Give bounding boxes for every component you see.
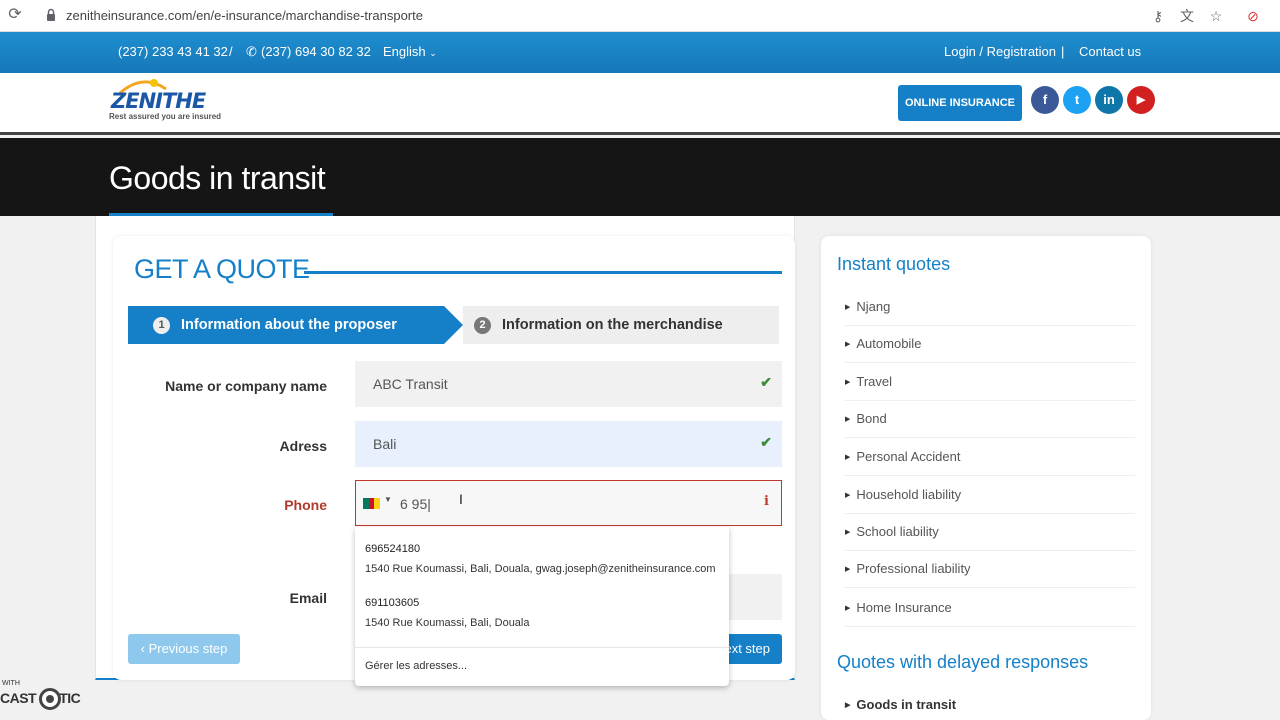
sidebar-item-label: School liability <box>856 524 939 539</box>
phone-number-1: (237) 233 43 41 32 <box>118 44 228 59</box>
phone-icon: ✆ <box>246 44 257 59</box>
sidebar-item-label: Home Insurance <box>856 600 952 615</box>
screencast-watermark: WITH CAST MATIC <box>0 680 110 720</box>
watermark-logo-icon <box>39 688 61 710</box>
sidebar-item-home-insurance[interactable]: ▶ Home Insurance <box>845 600 1135 627</box>
phone-value: 6 95| <box>400 496 431 512</box>
page-banner: Goods in transit <box>0 138 1280 216</box>
linkedin-icon[interactable]: in <box>1095 86 1123 114</box>
logo-tagline: Rest assured you are insured <box>109 112 222 121</box>
caret-right-icon: ▶ <box>845 492 851 499</box>
instant-quotes-title: Instant quotes <box>837 254 951 274</box>
sidebar-item-njang[interactable]: ▶ Njang <box>845 299 1135 326</box>
contact-link[interactable]: Contact us <box>1079 44 1141 59</box>
online-insurance-button[interactable]: ONLINE INSURANCE <box>898 85 1022 121</box>
step-1-number: 1 <box>153 317 170 334</box>
twitter-icon[interactable]: t <box>1063 86 1091 114</box>
autocomplete-dropdown: 696524180 1540 Rue Koumassi, Bali, Doual… <box>355 527 729 686</box>
suggestion-item[interactable]: 696524180 1540 Rue Koumassi, Bali, Doual… <box>365 543 716 575</box>
address-value: Bali <box>373 436 397 452</box>
step-2-label: Information on the merchandise <box>502 317 723 333</box>
suggestion-number: 696524180 <box>365 543 421 555</box>
step-2-number: 2 <box>474 317 491 334</box>
step-2-tab[interactable]: 2 Information on the merchandise <box>463 306 779 344</box>
language-label: English <box>383 44 426 59</box>
sidebar-item-bond[interactable]: ▶ Bond <box>845 411 1135 438</box>
suggestion-address: 1540 Rue Koumassi, Bali, Douala, gwag.jo… <box>365 563 716 575</box>
caret-right-icon: ▶ <box>845 605 851 612</box>
suggestion-number: 691103605 <box>365 597 420 609</box>
dropdown-divider <box>355 647 729 648</box>
name-label: Name or company name <box>165 378 327 394</box>
reload-icon[interactable]: ⟳ <box>6 6 24 24</box>
logo[interactable]: ZENITHE <box>111 89 206 113</box>
top-contact-bar: (237) 233 43 41 32 / ✆ (237) 694 30 82 3… <box>0 32 1280 73</box>
sidebar-item-label: Personal Accident <box>856 449 961 464</box>
browser-address-bar: ⟳ zenitheinsurance.com/en/e-insurance/ma… <box>0 0 1280 32</box>
phone-separator: / <box>229 44 233 59</box>
watermark-with: WITH <box>2 680 20 687</box>
cameroon-flag-icon[interactable] <box>363 498 380 509</box>
sidebar-item-household-liability[interactable]: ▶ Household liability <box>845 487 1135 514</box>
suggestion-address: 1540 Rue Koumassi, Bali, Douala <box>365 617 530 629</box>
sidebar-item-label: Professional liability <box>856 561 971 576</box>
caret-right-icon: ▶ <box>845 379 851 386</box>
caret-right-icon: ▶ <box>845 566 851 573</box>
name-value: ABC Transit <box>373 376 448 392</box>
nav-separator: | <box>1061 44 1065 59</box>
caret-right-icon: ▶ <box>845 304 851 311</box>
caret-right-icon: ▶ <box>845 341 851 348</box>
previous-step-button[interactable]: ‹ Previous step <box>128 634 240 664</box>
phone-number-2: (237) 694 30 82 32 <box>261 44 371 59</box>
language-selector[interactable]: English ⌄ <box>383 44 437 59</box>
caret-down-icon[interactable]: ▼ <box>384 495 392 504</box>
manage-addresses-link[interactable]: Gérer les adresses... <box>365 660 467 672</box>
error-info-icon: i <box>764 494 769 509</box>
site-header: ZENITHE Rest assured you are insured ONL… <box>0 73 1280 135</box>
step-1-label: Information about the proposer <box>181 317 397 333</box>
quote-title: GET A QUOTE <box>134 254 310 284</box>
sidebar-item-goods-in-transit[interactable]: ▶ Goods in transit <box>845 697 1135 720</box>
caret-right-icon: ▶ <box>845 416 851 423</box>
email-label: Email <box>289 590 327 606</box>
sidebar-item-personal-accident[interactable]: ▶ Personal Accident <box>845 449 1135 476</box>
lock-icon <box>47 8 55 21</box>
sidebar-item-school-liability[interactable]: ▶ School liability <box>845 524 1135 551</box>
sidebar-item-label: Travel <box>856 374 893 389</box>
suggestion-item[interactable]: 691103605 1540 Rue Koumassi, Bali, Doual… <box>365 597 529 629</box>
address-label: Adress <box>279 438 327 454</box>
page-title: Goods in transit <box>109 160 326 196</box>
sidebar-item-label: Goods in transit <box>856 697 957 712</box>
sidebar-item-label: Household liability <box>856 487 962 502</box>
sidebar-item-travel[interactable]: ▶ Travel <box>845 374 1135 401</box>
sidebar-item-label: Njang <box>856 299 891 314</box>
phone-input[interactable]: ▼ 6 95| i <box>355 480 782 526</box>
name-input[interactable]: ABC Transit ✔ <box>355 361 782 407</box>
login-link[interactable]: Login / Registration <box>944 44 1056 59</box>
check-icon: ✔ <box>760 434 772 450</box>
delayed-quotes-title: Quotes with delayed responses <box>837 652 1089 672</box>
caret-right-icon: ▶ <box>845 454 851 461</box>
star-icon[interactable]: ☆ <box>1206 6 1226 26</box>
sidebar-item-automobile[interactable]: ▶ Automobile <box>845 336 1135 363</box>
translate-icon[interactable]: 文 <box>1177 6 1197 26</box>
quote-title-rule <box>304 271 782 274</box>
sidebar-item-professional-liability[interactable]: ▶ Professional liability <box>845 561 1135 588</box>
chevron-down-icon: ⌄ <box>429 48 437 58</box>
phone-label: Phone <box>284 497 327 513</box>
text-cursor-icon: I <box>459 491 463 507</box>
key-icon[interactable]: ⚷ <box>1148 6 1168 26</box>
check-icon: ✔ <box>760 374 772 390</box>
facebook-icon[interactable]: f <box>1031 86 1059 114</box>
sidebar-item-label: Bond <box>856 411 887 426</box>
caret-right-icon: ▶ <box>845 702 851 709</box>
caret-right-icon: ▶ <box>845 529 851 536</box>
sidebar-item-label: Automobile <box>856 336 922 351</box>
youtube-icon[interactable]: ▶ <box>1127 86 1155 114</box>
extension-icon[interactable]: ⊘ <box>1243 6 1263 26</box>
step-arrow <box>444 306 463 344</box>
step-1-tab[interactable]: 1 Information about the proposer <box>128 306 444 344</box>
address-input[interactable]: Bali ✔ <box>355 421 782 467</box>
url-text[interactable]: zenitheinsurance.com/en/e-insurance/marc… <box>66 8 423 23</box>
